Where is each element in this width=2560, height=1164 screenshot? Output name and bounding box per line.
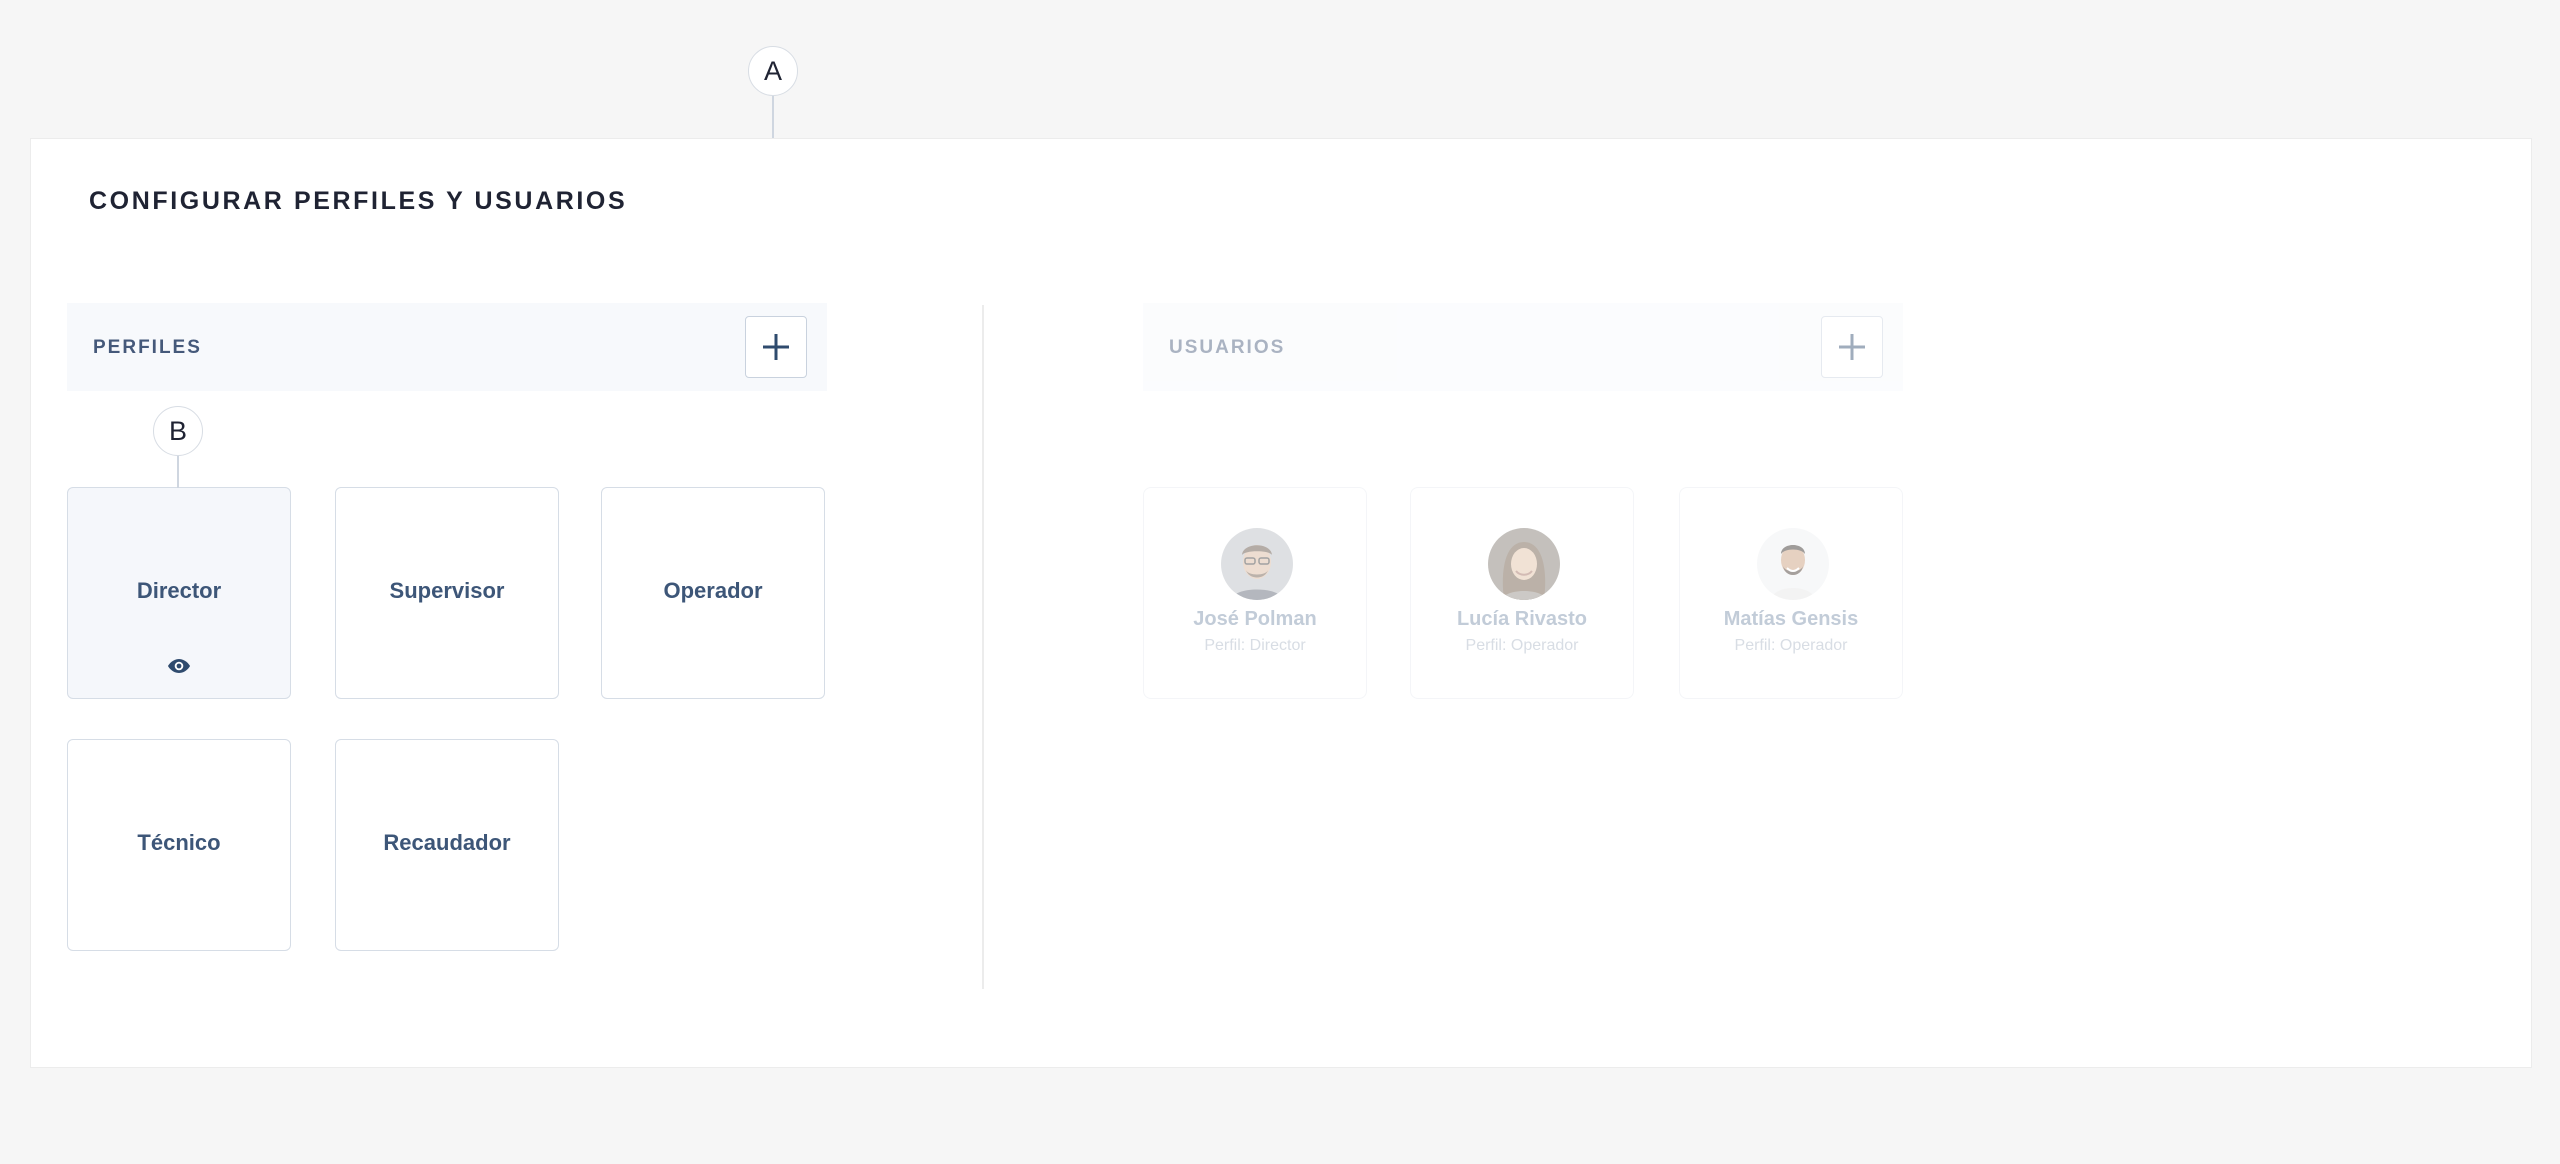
- user-card-matias[interactable]: Matías Gensis Perfil: Operador: [1679, 487, 1903, 699]
- eye-icon[interactable]: [167, 658, 191, 674]
- profile-card-recaudador[interactable]: Recaudador: [335, 739, 559, 951]
- profile-card-label: Recaudador: [383, 830, 511, 855]
- profile-card-tecnico[interactable]: Técnico: [67, 739, 291, 951]
- callout-a: A: [748, 46, 798, 96]
- user-card-lucia[interactable]: Lucía Rivasto Perfil: Operador: [1410, 487, 1634, 699]
- profile-card-director[interactable]: Director: [67, 487, 291, 699]
- profile-card-label: Técnico: [137, 830, 221, 855]
- profiles-header: PERFILES: [67, 303, 827, 391]
- avatar: [1221, 528, 1293, 600]
- user-profile: Perfil: Operador: [1465, 637, 1579, 654]
- main-panel: CONFIGURAR PERFILES Y USUARIOS PERFILES …: [30, 138, 2532, 1068]
- profile-card-supervisor[interactable]: Supervisor: [335, 487, 559, 699]
- users-header: USUARIOS: [1143, 303, 1903, 391]
- user-profile: Perfil: Director: [1204, 637, 1306, 654]
- profile-card-label: Supervisor: [389, 578, 505, 603]
- user-name: José Polman: [1193, 608, 1317, 630]
- user-name: Lucía Rivasto: [1456, 608, 1588, 630]
- callout-b: B: [153, 406, 203, 456]
- section-divider: [982, 305, 984, 989]
- page-title: CONFIGURAR PERFILES Y USUARIOS: [89, 187, 628, 215]
- profile-card-operador[interactable]: Operador: [601, 487, 825, 699]
- callout-b-line: [177, 452, 179, 488]
- user-profile: Perfil: Operador: [1734, 637, 1848, 654]
- profile-card-label: Director: [136, 578, 222, 603]
- add-user-button[interactable]: [1821, 316, 1883, 378]
- avatar: [1488, 528, 1560, 600]
- profiles-header-label: PERFILES: [93, 337, 202, 358]
- profile-card-label: Operador: [663, 578, 763, 603]
- add-profile-button[interactable]: [745, 316, 807, 378]
- user-card-jose[interactable]: José Polman Perfil: Director: [1143, 487, 1367, 699]
- avatar: [1757, 528, 1829, 600]
- user-name: Matías Gensis: [1723, 608, 1859, 630]
- users-header-label: USUARIOS: [1169, 337, 1286, 358]
